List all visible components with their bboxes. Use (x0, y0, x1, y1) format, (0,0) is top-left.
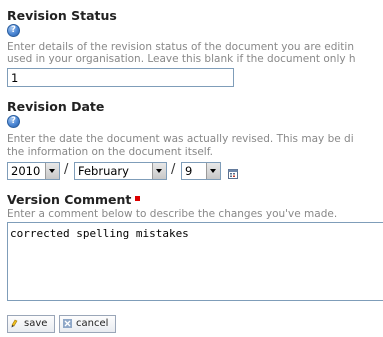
cancel-button[interactable]: cancel (59, 315, 116, 333)
day-select[interactable]: 9 (181, 162, 221, 180)
month-select[interactable]: February (74, 162, 167, 180)
required-marker-icon (135, 196, 141, 201)
month-dropdown-arrow-icon[interactable] (152, 163, 166, 179)
date-separator-1: / (64, 162, 69, 177)
version-comment-label-text: Version Comment (7, 192, 132, 207)
year-dropdown-arrow-icon[interactable] (45, 163, 59, 179)
year-value: 2010 (11, 164, 41, 178)
calendar-icon[interactable] (228, 164, 238, 179)
save-button[interactable]: save (7, 315, 55, 333)
version-comment-description: Enter a comment below to describe the ch… (7, 208, 338, 220)
day-dropdown-arrow-icon[interactable] (206, 163, 220, 179)
version-comment-textarea[interactable]: corrected spelling mistakes (7, 222, 383, 301)
revision-status-description-line2: used in your organisation. Leave this bl… (7, 53, 356, 65)
revision-date-label: Revision Date (7, 99, 105, 114)
date-separator-2: / (171, 162, 176, 177)
cancel-label: cancel (76, 318, 109, 329)
save-label: save (24, 318, 48, 329)
version-comment-label: Version Comment (7, 192, 141, 207)
year-select[interactable]: 2010 (7, 162, 60, 180)
revision-date-help-icon[interactable]: ? (7, 115, 20, 128)
revision-status-value: 1 (11, 71, 19, 85)
cancel-icon (63, 319, 72, 328)
version-comment-value: corrected spelling mistakes (10, 227, 189, 240)
revision-date-description-line1: Enter the date the document was actually… (7, 133, 354, 145)
revision-status-input[interactable]: 1 (7, 68, 234, 87)
month-value: February (78, 164, 129, 178)
save-icon (11, 319, 20, 328)
revision-status-help-icon[interactable]: ? (7, 24, 20, 37)
day-value: 9 (185, 164, 193, 178)
revision-status-description-line1: Enter details of the revision status of … (7, 41, 354, 53)
revision-status-label: Revision Status (7, 8, 117, 23)
revision-date-description-line2: the information on the document itself. (7, 146, 213, 158)
